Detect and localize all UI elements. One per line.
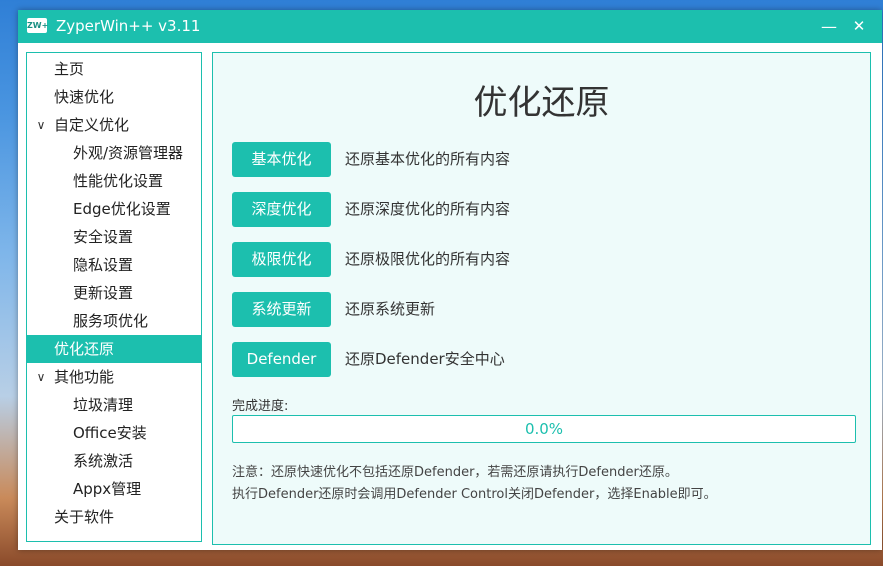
progress-label: 完成进度: (232, 399, 289, 414)
sidebar-item-label: 隐私设置 (73, 256, 134, 274)
sidebar-item-label: 外观/资源管理器 (73, 144, 184, 162)
sidebar-item-11[interactable]: ∨ 其他功能 (27, 363, 201, 391)
sidebar-item-7[interactable]: 隐私设置 (27, 251, 201, 279)
sidebar-item-label: 主页 (54, 60, 85, 78)
minimize-icon: — (821, 17, 837, 36)
sidebar-item-label: 快速优化 (54, 88, 115, 106)
sidebar-item-label: 系统激活 (73, 452, 134, 470)
chevron-down-icon[interactable]: ∨ (34, 111, 48, 139)
sidebar-item-3[interactable]: 外观/资源管理器 (27, 139, 201, 167)
page-title: 优化还原 (473, 83, 610, 123)
sidebar-item-16[interactable]: 关于软件 (27, 503, 201, 531)
restore-description-0: 还原基本优化的所有内容 (345, 150, 511, 168)
sidebar-item-0[interactable]: 主页 (27, 55, 201, 83)
note-line-1: 注意：还原快速优化不包括还原Defender，若需还原请执行Defender还原… (232, 465, 678, 480)
restore-button-1[interactable]: 深度优化 (232, 192, 331, 227)
minimize-button[interactable]: — (814, 10, 844, 43)
sidebar-nav: 主页快速优化 ∨ 自定义优化外观/资源管理器 性能优化设置 Edge优化设置 安全设置隐私… (26, 52, 202, 542)
app-window: ZW+ ZyperWin++ v3.11 — ✕ 主页快速优化 ∨ 自定义优化外观/… (18, 10, 882, 550)
sidebar-item-9[interactable]: 服务项优化 (27, 307, 201, 335)
sidebar-item-8[interactable]: 更新设置 (27, 279, 201, 307)
chevron-down-icon[interactable]: ∨ (34, 363, 48, 391)
restore-button-3[interactable]: 系统更新 (232, 292, 331, 327)
sidebar-item-5[interactable]: Edge优化设置 (27, 195, 201, 223)
sidebar-item-6[interactable]: 安全设置 (27, 223, 201, 251)
restore-description-1: 还原深度优化的所有内容 (345, 200, 511, 218)
sidebar-item-4[interactable]: 性能优化设置 (27, 167, 201, 195)
restore-description-4: 还原Defender安全中心 (345, 350, 505, 368)
title-bar[interactable]: ZW+ ZyperWin++ v3.11 — ✕ (18, 10, 882, 43)
sidebar-item-1[interactable]: 快速优化 (27, 83, 201, 111)
restore-description-3: 还原系统更新 (345, 300, 436, 318)
restore-description-2: 还原极限优化的所有内容 (345, 250, 511, 268)
window-title: ZyperWin++ v3.11 (56, 17, 201, 35)
sidebar-item-14[interactable]: 系统激活 (27, 447, 201, 475)
sidebar-item-label: Edge优化设置 (73, 200, 171, 218)
progress-value: 0.0% (524, 420, 564, 438)
sidebar-item-15[interactable]: Appx管理 (27, 475, 201, 503)
sidebar-item-2[interactable]: ∨ 自定义优化 (27, 111, 201, 139)
sidebar-item-label: 垃圾清理 (73, 396, 134, 414)
app-logo-icon: ZW+ (27, 18, 48, 33)
sidebar-item-13[interactable]: Office安装 (27, 419, 201, 447)
sidebar-item-label: 优化还原 (54, 340, 115, 358)
restore-button-2[interactable]: 极限优化 (232, 242, 331, 277)
sidebar-item-label: 关于软件 (54, 508, 115, 526)
restore-button-0[interactable]: 基本优化 (232, 142, 331, 177)
sidebar-item-label: 其他功能 (54, 368, 115, 386)
sidebar-item-label: 更新设置 (73, 284, 134, 302)
sidebar-item-label: Office安装 (73, 424, 147, 442)
close-button[interactable]: ✕ (844, 10, 874, 43)
sidebar-item-label: 安全设置 (73, 228, 134, 246)
main-panel: 优化还原 基本优化 还原基本优化的所有内容 深度优化 还原深度优化的所有内容 极限优化还… (212, 52, 871, 545)
sidebar-item-label: 性能优化设置 (73, 172, 164, 190)
restore-button-4[interactable]: Defender (232, 342, 331, 377)
progress-bar: 0.0% (232, 415, 856, 443)
note-line-2: 执行Defender还原时会调用Defender Control关闭Defend… (232, 487, 717, 502)
sidebar-item-label: 服务项优化 (73, 312, 149, 330)
sidebar-item-label: 自定义优化 (54, 116, 130, 134)
sidebar-item-10[interactable]: 优化还原 (27, 335, 201, 363)
sidebar-item-label: Appx管理 (73, 480, 142, 498)
close-icon: ✕ (852, 17, 866, 35)
sidebar-item-12[interactable]: 垃圾清理 (27, 391, 201, 419)
